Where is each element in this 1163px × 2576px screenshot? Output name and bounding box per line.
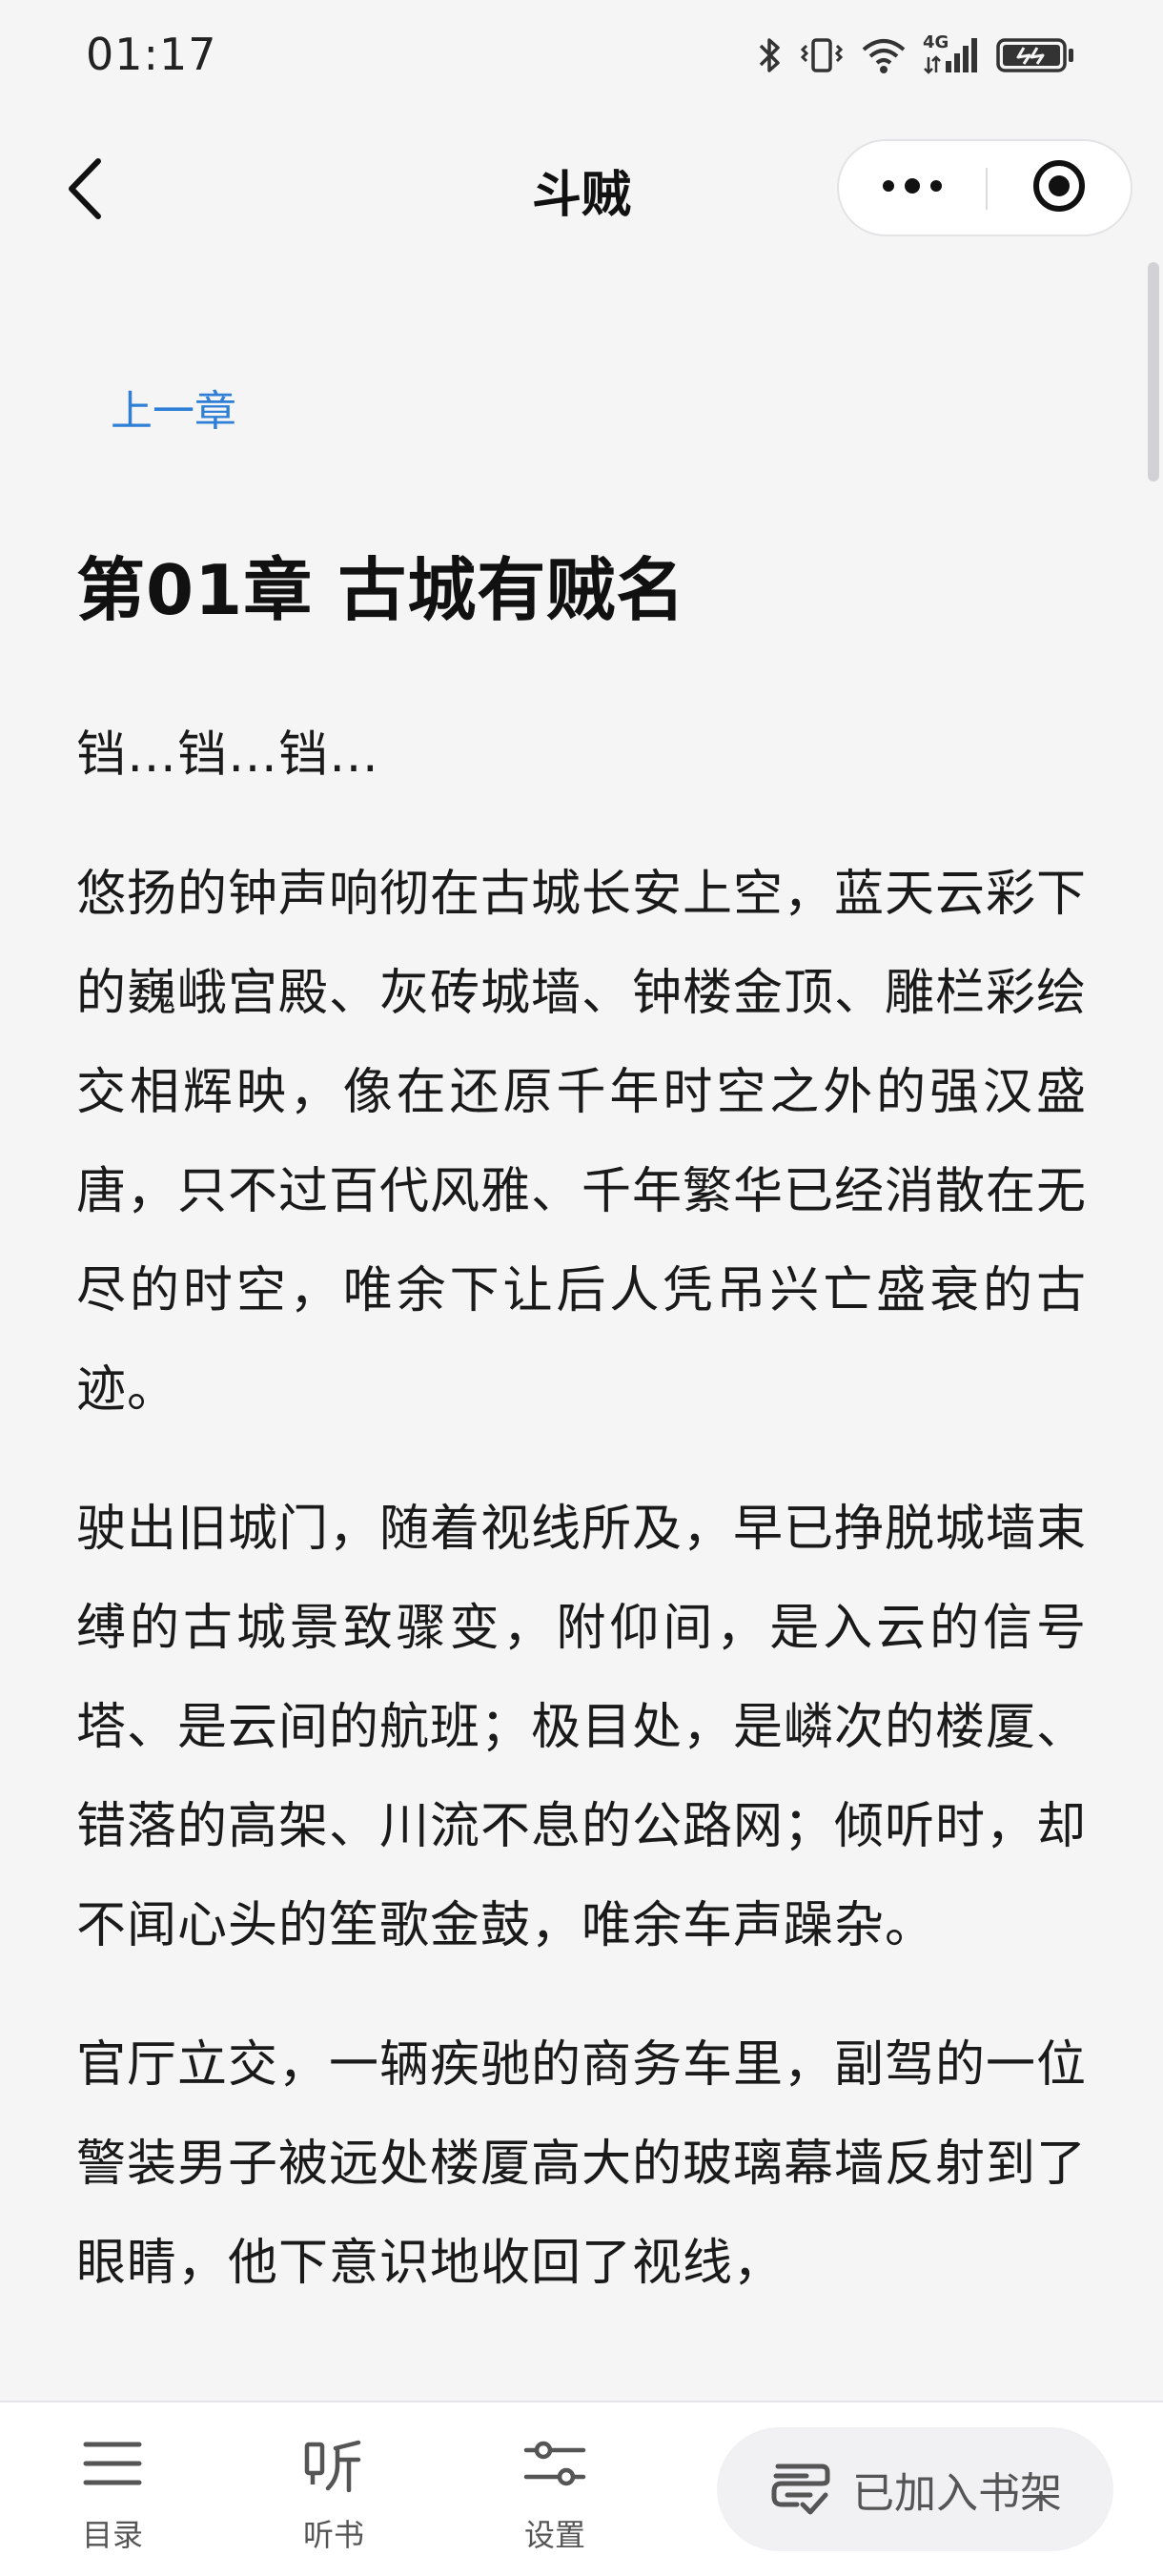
paragraph: 驶出旧城门，随着视线所及，早已挣脱城墙束缚的古城景致骤变，附仰间，是入云的信号塔… bbox=[76, 1501, 1088, 1954]
page-title: 斗贼 bbox=[531, 167, 631, 224]
tab-listen[interactable]: 听书 bbox=[257, 2431, 410, 2555]
paragraph: 铛…铛…铛… bbox=[76, 726, 380, 784]
tab-label: 听书 bbox=[302, 2517, 364, 2553]
menu-icon bbox=[82, 2439, 143, 2492]
wifi-icon bbox=[860, 34, 908, 76]
vibrate-icon bbox=[799, 34, 845, 76]
navigation-bar: 斗贼 bbox=[0, 133, 1163, 248]
battery-charging-icon bbox=[995, 34, 1075, 76]
close-mini-program-button[interactable] bbox=[988, 141, 1131, 235]
bookshelf-label: 已加入书架 bbox=[852, 2469, 1062, 2518]
status-time: 01:17 bbox=[86, 29, 217, 80]
chapter-content: 铛…铛…铛… 悠扬的钟声响彻在古城长安上空，蓝天云彩下的巍峨宫殿、灰砖城墙、钟楼… bbox=[76, 705, 1087, 2353]
scrollbar-thumb[interactable] bbox=[1148, 262, 1159, 481]
bluetooth-icon bbox=[755, 34, 784, 76]
more-button[interactable] bbox=[839, 141, 986, 235]
paragraph: 悠扬的钟声响彻在古城长安上空，蓝天云彩下的巍峨宫殿、灰砖城墙、钟楼金顶、雕栏彩绘… bbox=[76, 866, 1088, 1419]
back-button[interactable] bbox=[46, 153, 122, 229]
cellular-signal-icon: 4G bbox=[923, 32, 980, 76]
add-to-bookshelf-button[interactable]: 已加入书架 bbox=[717, 2427, 1113, 2551]
tab-label: 目录 bbox=[81, 2517, 143, 2553]
paragraph: 官厅立交，一辆疾驰的商务车里，副驾的一位警装男子被远处楼厦高大的玻璃幕墙反射到了… bbox=[76, 2036, 1088, 2292]
listen-icon bbox=[303, 2435, 364, 2496]
status-bar: 01:17 4G bbox=[0, 0, 1163, 114]
settings-sliders-icon bbox=[522, 2435, 587, 2496]
prev-chapter-link[interactable]: 上一章 bbox=[111, 377, 236, 438]
bottom-toolbar: 目录 听书 设置 已加入书架 bbox=[0, 2401, 1163, 2576]
mini-program-capsule bbox=[837, 139, 1132, 236]
target-close-icon bbox=[1030, 157, 1088, 218]
tab-label: 设置 bbox=[523, 2517, 585, 2553]
status-icons: 4G bbox=[755, 29, 1075, 82]
bookshelf-icon bbox=[768, 2459, 831, 2520]
chapter-title: 第01章 古城有贼名 bbox=[76, 550, 686, 630]
chevron-left-icon bbox=[62, 155, 106, 226]
tab-catalog[interactable]: 目录 bbox=[36, 2431, 189, 2555]
more-dots-icon bbox=[879, 176, 946, 199]
tab-settings[interactable]: 设置 bbox=[479, 2431, 631, 2555]
